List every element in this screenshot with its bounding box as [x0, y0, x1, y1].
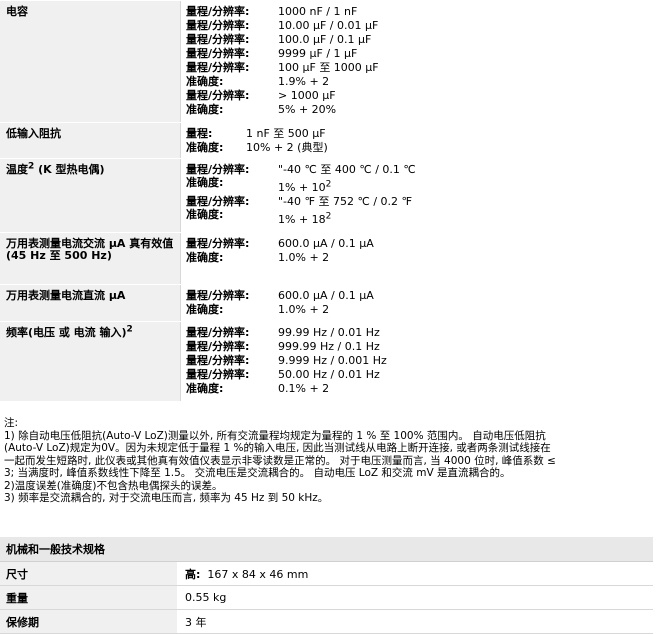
mechanical-row-warranty: 保修期 3 年	[0, 609, 653, 634]
spec-value: 10% + 2 (典型)	[246, 141, 328, 154]
section-title: 机械和一般技术规格	[0, 537, 653, 562]
footnotes: 注: 1) 除自动电压低阻抗(Auto-V LoZ)测量以外, 所有交流量程均规…	[4, 417, 654, 505]
row-values: 量程/分辨率: "-40 ℃ 至 400 ℃ / 0.1 ℃ 准确度: 1% + 1…	[180, 158, 653, 233]
footnote-line: 3; 当满度时, 峰值系数线性下降至 1.5。 交流电压是交流耦合的。 自动电压…	[4, 467, 511, 479]
row-values: 量程/分辨率: 99.99 Hz / 0.01 Hz 量程/分辨率: 999.99 …	[180, 321, 653, 402]
spec-key: 准确度:	[186, 176, 224, 189]
footnote-ref: 2	[325, 211, 332, 222]
spec-value: 100.0 μF / 0.1 μF	[278, 33, 372, 46]
footnote-ref: 2	[325, 179, 332, 190]
spec-key: 量程/分辨率:	[186, 5, 250, 18]
spec-value: > 1000 μF	[278, 89, 336, 102]
spec-value: 600.0 μA / 0.1 μA	[278, 237, 374, 250]
spec-key: 量程/分辨率:	[186, 33, 250, 46]
footnote-line: 3) 频率是交流耦合的, 对于交流电压而言, 频率为 45 Hz 到 50 kH…	[4, 492, 329, 504]
row-label: 低输入阻抗	[0, 122, 181, 159]
spec-value: "-40 ℉ 至 752 ℃ / 0.2 ℉	[278, 195, 412, 208]
spec-key: 准确度:	[186, 208, 224, 221]
spec-row-dc-ua: 万用表测量电流直流 μA 量程/分辨率: 600.0 μA / 0.1 μA 准确…	[0, 284, 653, 322]
row-value: 3 年	[177, 609, 653, 634]
spec-key: 准确度:	[186, 75, 224, 88]
spec-key: 量程/分辨率:	[186, 289, 250, 302]
spec-value: 1000 nF / 1 nF	[278, 5, 358, 18]
spec-key: 准确度:	[186, 303, 224, 316]
spec-key: 量程:	[186, 127, 213, 140]
mechanical-header-row: 机械和一般技术规格	[0, 537, 653, 562]
spec-value: 1 nF 至 500 μF	[246, 127, 326, 140]
row-label-text: 频率(电压 或 电流 输入)	[6, 326, 127, 339]
spec-value: 10.00 μF / 0.01 μF	[278, 19, 379, 32]
row-values: 量程/分辨率: 600.0 μA / 0.1 μA 准确度: 1.0% + 2	[180, 284, 653, 322]
spec-value: "-40 ℃ 至 400 ℃ / 0.1 ℃	[278, 163, 416, 176]
spec-row-frequency: 频率(电压 或 电流 输入)2 量程/分辨率: 99.99 Hz / 0.01 H…	[0, 321, 653, 402]
row-label: 重量	[0, 585, 177, 610]
spec-key: 高:	[185, 567, 201, 581]
spec-key: 量程/分辨率:	[186, 326, 250, 339]
row-label: 保修期	[0, 609, 177, 634]
spec-key: 量程/分辨率:	[186, 237, 250, 250]
spec-value: 9999 μF / 1 μF	[278, 47, 358, 60]
spec-table: 电容 量程/分辨率: 1000 nF / 1 nF 量程/分辨率: 10.00 μF…	[0, 0, 653, 402]
spec-value: 1% + 18	[278, 213, 326, 226]
spec-value: 1% + 10	[278, 181, 326, 194]
spec-value: 50.00 Hz / 0.01 Hz	[278, 368, 380, 381]
row-label: 万用表测量电流交流 μA 真有效值(45 Hz 至 500 Hz)	[0, 232, 181, 285]
footnote-ref: 2	[126, 324, 133, 335]
spec-value: 600.0 μA / 0.1 μA	[278, 289, 374, 302]
spec-key: 量程/分辨率:	[186, 61, 250, 74]
spec-row-temperature: 温度2 (K 型热电偶) 量程/分辨率: "-40 ℃ 至 400 ℃ / 0.1…	[0, 158, 653, 233]
spec-value: 99.99 Hz / 0.01 Hz	[278, 326, 380, 339]
spec-value: 0.1% + 2	[278, 382, 330, 395]
row-label: 温度2 (K 型热电偶)	[0, 158, 181, 233]
spec-row-ac-ua: 万用表测量电流交流 μA 真有效值(45 Hz 至 500 Hz) 量程/分辨率…	[0, 232, 653, 285]
row-label-suffix: (K 型热电偶)	[38, 163, 105, 176]
spec-row-capacitance: 电容 量程/分辨率: 1000 nF / 1 nF 量程/分辨率: 10.00 μF…	[0, 0, 653, 123]
row-values: 量程/分辨率: 600.0 μA / 0.1 μA 准确度: 1.0% + 2	[180, 232, 653, 285]
spec-value: 100 μF 至 1000 μF	[278, 61, 379, 74]
row-value: 0.55 kg	[177, 585, 653, 610]
row-values: 量程: 1 nF 至 500 μF 准确度: 10% + 2 (典型)	[180, 122, 653, 159]
spec-key: 量程/分辨率:	[186, 354, 250, 367]
footnote-line: 注:	[4, 417, 19, 429]
row-label: 尺寸	[0, 561, 177, 586]
row-values: 量程/分辨率: 1000 nF / 1 nF 量程/分辨率: 10.00 μF / …	[180, 0, 653, 123]
spec-value: 5% + 20%	[278, 103, 337, 116]
spec-value: 999.99 Hz / 0.1 Hz	[278, 340, 380, 353]
spec-value: 1.0% + 2	[278, 251, 330, 264]
spec-value: 9.999 Hz / 0.001 Hz	[278, 354, 387, 367]
row-label-text: 温度	[6, 163, 28, 176]
spec-key: 准确度:	[186, 251, 224, 264]
spec-key: 量程/分辨率:	[186, 19, 250, 32]
footnote-line: (Auto-V LoZ)规定为0V。因为未规定低于量程 1 %的输入电压, 因此…	[4, 442, 551, 454]
row-label: 电容	[0, 0, 181, 123]
spec-key: 准确度:	[186, 103, 224, 116]
spec-value: 1.9% + 2	[278, 75, 330, 88]
spec-key: 量程/分辨率:	[186, 89, 250, 102]
spec-value: 167 x 84 x 46 mm	[207, 567, 309, 581]
spec-value: 3 年	[185, 615, 207, 629]
spec-key: 准确度:	[186, 382, 224, 395]
spec-key: 量程/分辨率:	[186, 47, 250, 60]
spec-key: 量程/分辨率:	[186, 163, 250, 176]
spec-key: 量程/分辨率:	[186, 340, 250, 353]
mechanical-spec-table: 机械和一般技术规格 尺寸 高: 167 x 84 x 46 mm 重量 0.55…	[0, 537, 653, 634]
spec-key: 量程/分辨率:	[186, 368, 250, 381]
footnote-ref: 2	[28, 161, 35, 172]
spec-key: 量程/分辨率:	[186, 195, 250, 208]
spec-value: 1.0% + 2	[278, 303, 330, 316]
spec-row-low-impedance: 低输入阻抗 量程: 1 nF 至 500 μF 准确度: 10% + 2 (典型)	[0, 122, 653, 159]
spec-value: 0.55 kg	[185, 591, 227, 604]
spec-key: 准确度:	[186, 141, 224, 154]
mechanical-row-size: 尺寸 高: 167 x 84 x 46 mm	[0, 561, 653, 586]
footnote-line: 2)温度误差(准确度)不包含热电偶探头的误差。	[4, 479, 223, 492]
row-label: 频率(电压 或 电流 输入)2	[0, 321, 181, 402]
row-label: 万用表测量电流直流 μA	[0, 284, 181, 322]
footnote-line: 一起而发生短路时, 此仪表或其他真有效值仪表显示非零读数是正常的。 对于电压测量…	[4, 454, 556, 467]
row-value: 高: 167 x 84 x 46 mm	[177, 561, 653, 586]
mechanical-row-weight: 重量 0.55 kg	[0, 585, 653, 610]
footnote-line: 1) 除自动电压低阻抗(Auto-V LoZ)测量以外, 所有交流量程均规定为量…	[4, 429, 546, 442]
